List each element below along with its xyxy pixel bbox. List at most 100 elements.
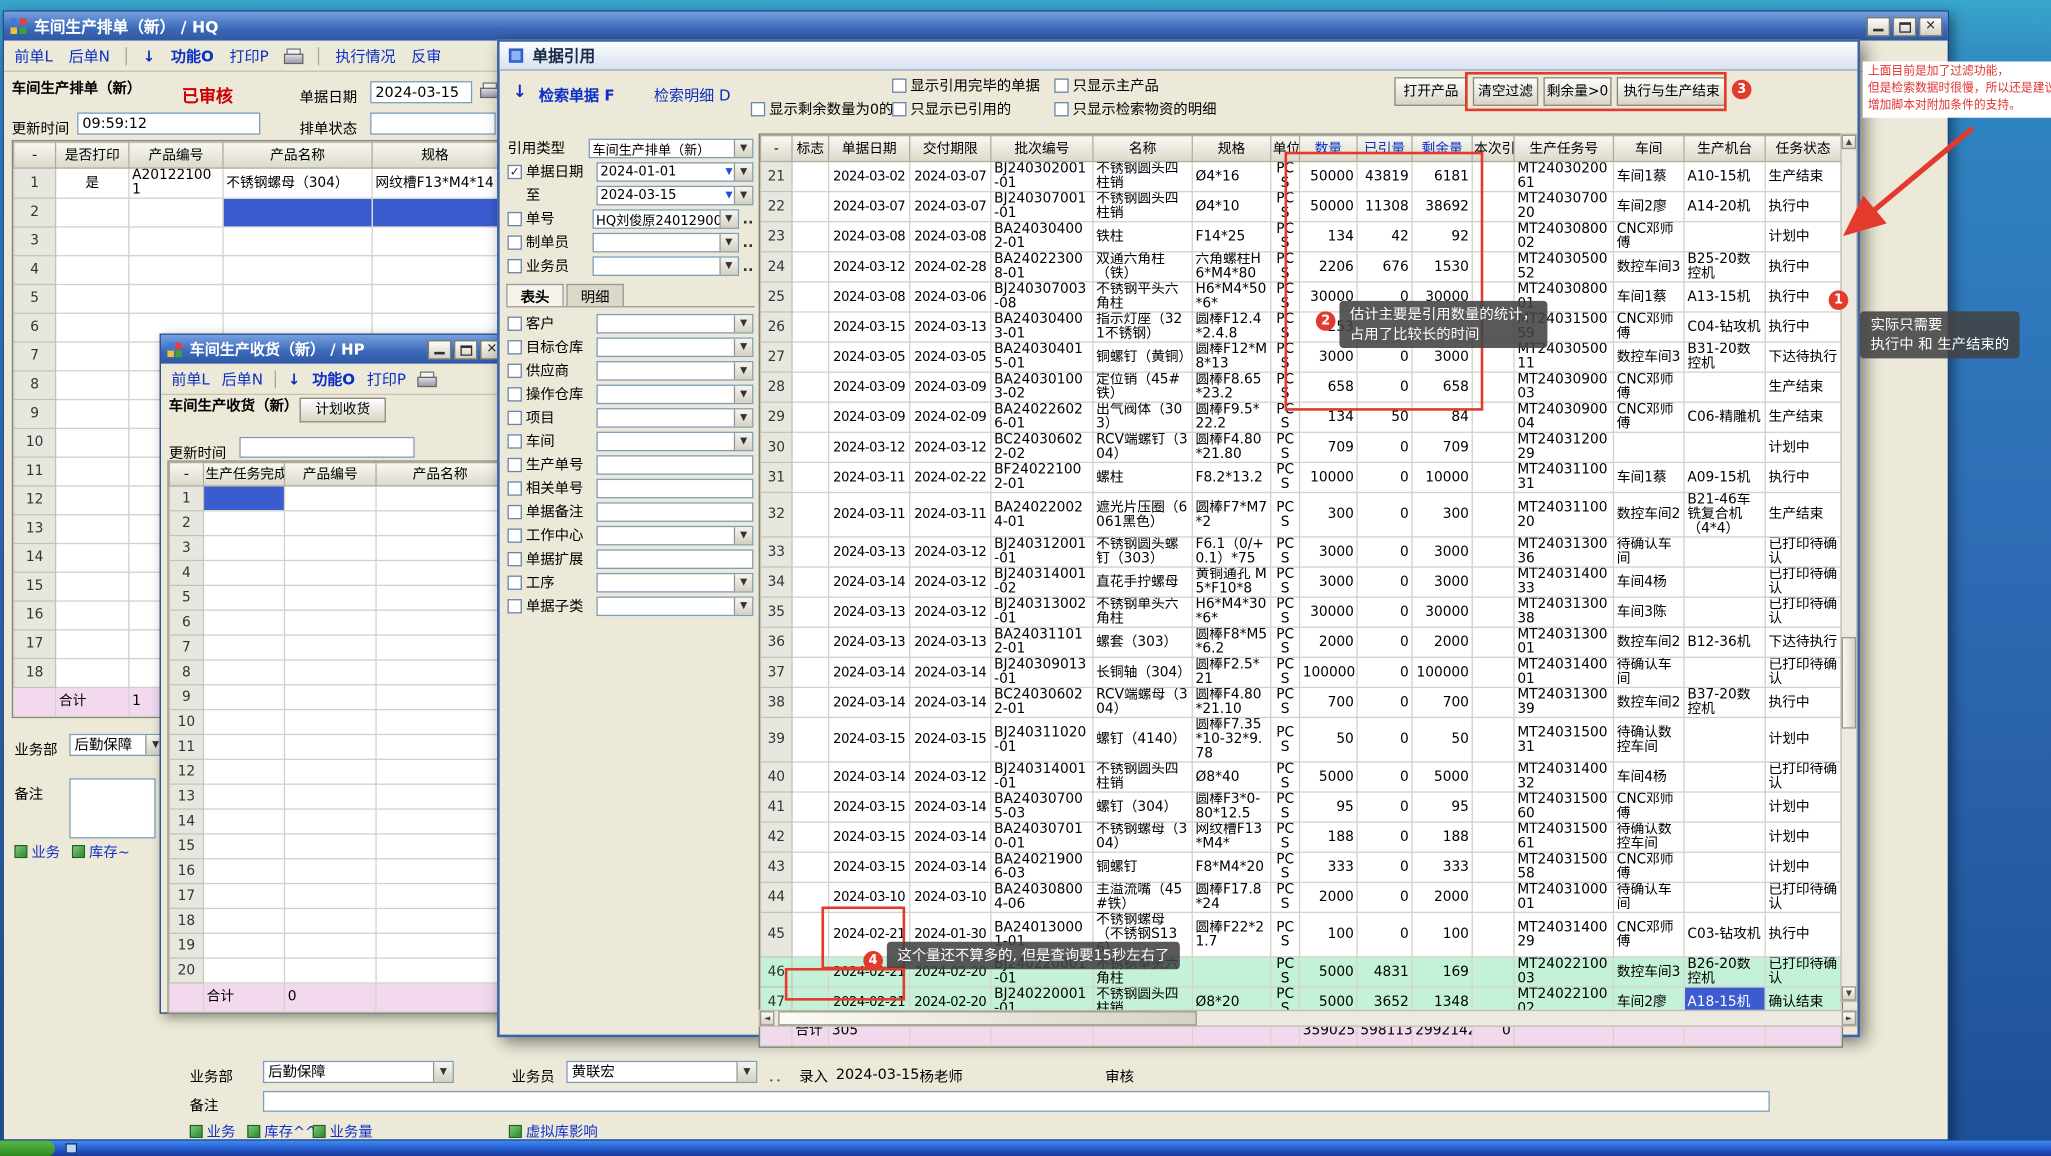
- cell[interactable]: [203, 536, 284, 561]
- cell[interactable]: [1472, 627, 1514, 657]
- doc-note-input[interactable]: [596, 502, 753, 522]
- cell[interactable]: C04-钻攻机: [1684, 312, 1765, 342]
- cell[interactable]: PCS: [1271, 822, 1300, 852]
- cell[interactable]: 黄铜通孔 M5*F10*8: [1192, 567, 1270, 597]
- cell[interactable]: [56, 313, 129, 342]
- cell[interactable]: [1472, 822, 1514, 852]
- cell[interactable]: [223, 227, 372, 256]
- cell[interactable]: 铜螺钉: [1093, 852, 1192, 882]
- cell[interactable]: 数控车间2: [1613, 687, 1684, 717]
- table-row[interactable]: 15: [169, 834, 504, 859]
- print-link[interactable]: 打印P: [229, 45, 268, 66]
- dropdown-arrow-icon[interactable]: ▼: [734, 432, 752, 449]
- cell[interactable]: CNC邓师傅: [1613, 912, 1684, 956]
- cell[interactable]: 100000: [1300, 657, 1358, 687]
- cell[interactable]: 30: [761, 432, 792, 462]
- cell[interactable]: 3000: [1412, 567, 1472, 597]
- table-row[interactable]: 5: [14, 284, 498, 313]
- cell[interactable]: 36: [761, 627, 792, 657]
- cell[interactable]: 不锈钢圆头四柱销: [1093, 162, 1192, 192]
- maker-input[interactable]: ▼: [592, 232, 739, 252]
- table-row[interactable]: 4: [169, 560, 504, 585]
- cell[interactable]: 圆棒F3*0-80*12.5: [1192, 792, 1270, 822]
- cell[interactable]: [203, 859, 284, 884]
- cell[interactable]: 0: [1357, 657, 1412, 687]
- cell[interactable]: [792, 312, 829, 342]
- update-time-field[interactable]: 09:59:12: [77, 112, 260, 134]
- cell[interactable]: [1472, 657, 1514, 687]
- cell[interactable]: 8: [169, 660, 203, 685]
- cell[interactable]: 4: [169, 560, 203, 585]
- cell[interactable]: [1684, 597, 1765, 627]
- cell[interactable]: PCS: [1271, 492, 1300, 536]
- cell[interactable]: 定位销（45#铁）: [1093, 372, 1192, 402]
- cell[interactable]: 33: [761, 537, 792, 567]
- cell[interactable]: [1192, 957, 1270, 987]
- cell[interactable]: [203, 585, 284, 610]
- cell[interactable]: 30000: [1300, 597, 1358, 627]
- cell[interactable]: MT2403080002: [1514, 222, 1613, 252]
- cell[interactable]: [56, 601, 129, 630]
- cell[interactable]: 15: [169, 834, 203, 859]
- cell[interactable]: 圆棒F22*21.7: [1192, 912, 1270, 956]
- cell[interactable]: 45: [761, 912, 792, 956]
- table-row[interactable]: 422024-03-152024-03-14BA240307010-01不锈钢螺…: [761, 822, 1841, 852]
- cell[interactable]: 数控车间3: [1613, 957, 1684, 987]
- cell[interactable]: B26-20数控机: [1684, 957, 1765, 987]
- cell[interactable]: 2024-03-13: [910, 627, 991, 657]
- cell[interactable]: BJ240313002-01: [991, 597, 1093, 627]
- cell[interactable]: 已打印待确认: [1765, 657, 1841, 687]
- cell[interactable]: 计划中: [1765, 852, 1841, 882]
- dropdown-arrow-icon[interactable]: ▼: [734, 526, 752, 543]
- cell[interactable]: 35: [761, 597, 792, 627]
- cell[interactable]: [376, 933, 504, 958]
- table-row[interactable]: 332024-03-132024-03-12BJ240312001-01不锈钢圆…: [761, 537, 1841, 567]
- cell[interactable]: [376, 759, 504, 784]
- table-row[interactable]: 20: [169, 958, 504, 983]
- cell[interactable]: PCS: [1271, 762, 1300, 792]
- cell[interactable]: B12-36机: [1684, 627, 1765, 657]
- cell[interactable]: 车间1蔡: [1613, 282, 1684, 312]
- column-header[interactable]: 生产机台: [1684, 135, 1765, 161]
- cell[interactable]: 生产结束: [1765, 492, 1841, 536]
- cell[interactable]: [284, 958, 376, 983]
- cell[interactable]: 2024-03-09: [910, 372, 991, 402]
- cell[interactable]: [376, 859, 504, 884]
- cell[interactable]: 执行中: [1765, 912, 1841, 956]
- cell[interactable]: 执行中: [1765, 687, 1841, 717]
- cell[interactable]: [1472, 762, 1514, 792]
- cell[interactable]: 0: [1357, 852, 1412, 882]
- scroll-right-icon[interactable]: ►: [1842, 1011, 1856, 1025]
- cell[interactable]: [376, 884, 504, 909]
- cell[interactable]: [372, 227, 498, 256]
- cell[interactable]: MT2402210003: [1514, 957, 1613, 987]
- cell[interactable]: 数控车间3: [1613, 342, 1684, 372]
- cell[interactable]: MT2403140029: [1514, 912, 1613, 956]
- scroll-left-icon[interactable]: ◄: [760, 1011, 774, 1025]
- cell[interactable]: 网纹槽F13*M4*14: [372, 168, 498, 198]
- column-header[interactable]: -: [761, 135, 792, 161]
- cell[interactable]: [1684, 432, 1765, 462]
- column-header[interactable]: 是否打印: [56, 142, 129, 168]
- cell[interactable]: 2024-03-15: [829, 792, 910, 822]
- table-row[interactable]: 342024-03-142024-03-12BJ240314001-02直花手拧…: [761, 567, 1841, 597]
- cell[interactable]: 16: [169, 859, 203, 884]
- cell[interactable]: BJ240312001-01: [991, 537, 1093, 567]
- prev-doc-link[interactable]: 前单L: [171, 368, 209, 389]
- cell[interactable]: 待确认车间: [1613, 882, 1684, 912]
- cell[interactable]: A09-15机: [1684, 462, 1765, 492]
- cell[interactable]: [56, 256, 129, 285]
- cell[interactable]: 95: [1412, 792, 1472, 822]
- bottom-note-field[interactable]: [263, 1091, 1770, 1112]
- doc-ext-input[interactable]: [596, 549, 753, 569]
- cell[interactable]: 21: [761, 162, 792, 192]
- cell[interactable]: 不锈钢单头六角柱: [1093, 597, 1192, 627]
- cell[interactable]: 2024-03-12: [910, 597, 991, 627]
- cell[interactable]: 2024-03-09: [829, 402, 910, 432]
- cell[interactable]: B37-20数控机: [1684, 687, 1765, 717]
- cell[interactable]: [792, 762, 829, 792]
- cell[interactable]: 2000: [1412, 627, 1472, 657]
- cell[interactable]: BA240304003-01: [991, 312, 1093, 342]
- receipt-titlebar[interactable]: 车间生产收货（新） / HP ×: [161, 335, 509, 364]
- maximize-button[interactable]: [454, 339, 478, 359]
